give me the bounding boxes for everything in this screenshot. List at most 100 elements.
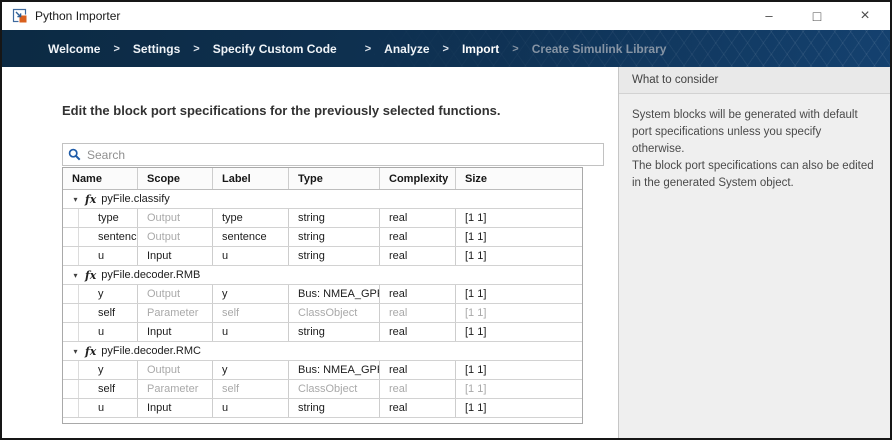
table-cell[interactable]: [1 1] xyxy=(456,399,582,417)
function-icon: fx xyxy=(85,345,96,358)
table-cell[interactable]: u xyxy=(63,399,138,417)
table-cell[interactable]: Input xyxy=(138,399,213,417)
table-cell[interactable]: y xyxy=(63,361,138,379)
table-cell[interactable]: [1 1] xyxy=(456,209,582,227)
table-cell[interactable]: Output xyxy=(138,361,213,379)
table-cell[interactable]: real xyxy=(380,361,456,379)
table-cell[interactable]: u xyxy=(63,247,138,265)
breadcrumb-separator: > xyxy=(443,43,449,55)
collapse-icon[interactable]: ▾ xyxy=(69,347,82,356)
tree-indent xyxy=(63,399,79,417)
port-name: y xyxy=(79,288,104,300)
breadcrumb-step-specify-custom-code[interactable]: Specify Custom Code xyxy=(213,42,337,56)
table-cell[interactable]: self xyxy=(63,304,138,322)
table-cell[interactable]: type xyxy=(63,209,138,227)
table-cell[interactable]: u xyxy=(213,323,289,341)
table-cell[interactable]: Output xyxy=(138,285,213,303)
table-body: ▾fxpyFile.classifytypeOutputtypestringre… xyxy=(63,190,582,418)
table-cell[interactable]: Output xyxy=(138,228,213,246)
table-cell[interactable]: real xyxy=(380,228,456,246)
table-cell[interactable]: real xyxy=(380,304,456,322)
table-row[interactable]: selfParameterselfClassObjectreal[1 1] xyxy=(63,380,582,399)
table-cell[interactable]: y xyxy=(213,285,289,303)
table-cell[interactable]: ClassObject xyxy=(289,380,380,398)
table-cell[interactable]: Parameter xyxy=(138,380,213,398)
table-cell[interactable]: type xyxy=(213,209,289,227)
table-cell[interactable]: string xyxy=(289,323,380,341)
port-name: u xyxy=(79,250,104,262)
sidebar-body: System blocks will be generated with def… xyxy=(619,94,890,192)
group-label: pyFile.decoder.RMC xyxy=(101,345,201,357)
table-cell[interactable]: y xyxy=(213,361,289,379)
table-cell[interactable]: u xyxy=(213,399,289,417)
table-cell[interactable]: [1 1] xyxy=(456,304,582,322)
collapse-icon[interactable]: ▾ xyxy=(69,271,82,280)
table-cell[interactable]: sentence xyxy=(63,228,138,246)
table-cell[interactable]: self xyxy=(213,380,289,398)
close-button[interactable]: × xyxy=(850,3,880,29)
maximize-button[interactable]: □ xyxy=(802,3,832,29)
table-cell[interactable]: [1 1] xyxy=(456,380,582,398)
table-row[interactable]: yOutputyBus: NMEA_GPRMCreal[1 1] xyxy=(63,361,582,380)
spec-table: NameScopeLabelTypeComplexitySize ▾fxpyFi… xyxy=(62,167,583,424)
table-cell[interactable]: Input xyxy=(138,323,213,341)
table-cell[interactable]: string xyxy=(289,247,380,265)
table-row[interactable]: sentenceOutputsentencestringreal[1 1] xyxy=(63,228,582,247)
content-area: Edit the block port specifications for t… xyxy=(2,67,890,438)
column-header-size: Size xyxy=(456,168,582,189)
table-cell[interactable]: Parameter xyxy=(138,304,213,322)
table-row[interactable]: uInputustringreal[1 1] xyxy=(63,247,582,266)
table-row[interactable]: selfParameterselfClassObjectreal[1 1] xyxy=(63,304,582,323)
table-cell[interactable]: Output xyxy=(138,209,213,227)
table-row[interactable]: typeOutputtypestringreal[1 1] xyxy=(63,209,582,228)
window-controls: – □ × xyxy=(736,3,880,29)
table-cell[interactable]: Input xyxy=(138,247,213,265)
table-cell[interactable]: sentence xyxy=(213,228,289,246)
table-cell[interactable]: real xyxy=(380,285,456,303)
table-cell[interactable]: [1 1] xyxy=(456,285,582,303)
group-row[interactable]: ▾fxpyFile.classify xyxy=(63,190,582,209)
breadcrumb-step-analyze[interactable]: Analyze xyxy=(384,42,429,56)
breadcrumb-step-settings[interactable]: Settings xyxy=(133,42,180,56)
tree-indent xyxy=(63,247,79,265)
tree-indent xyxy=(63,304,79,322)
table-cell[interactable]: real xyxy=(380,323,456,341)
table-cell[interactable]: string xyxy=(289,209,380,227)
table-cell[interactable]: Bus: NMEA_GPRMC xyxy=(289,361,380,379)
search-box[interactable] xyxy=(62,143,604,166)
group-row[interactable]: ▾fxpyFile.decoder.RMB xyxy=(63,266,582,285)
table-cell[interactable]: [1 1] xyxy=(456,323,582,341)
table-cell[interactable]: real xyxy=(380,399,456,417)
table-cell[interactable]: ClassObject xyxy=(289,304,380,322)
breadcrumb-step-welcome[interactable]: Welcome xyxy=(48,42,100,56)
table-cell[interactable]: [1 1] xyxy=(456,228,582,246)
table-cell[interactable]: [1 1] xyxy=(456,247,582,265)
table-cell[interactable]: real xyxy=(380,380,456,398)
collapse-icon[interactable]: ▾ xyxy=(69,195,82,204)
breadcrumb-separator: > xyxy=(113,43,119,55)
sidebar: What to consider System blocks will be g… xyxy=(618,67,890,438)
table-cell[interactable]: self xyxy=(63,380,138,398)
table-cell[interactable]: [1 1] xyxy=(456,361,582,379)
minimize-button[interactable]: – xyxy=(754,3,784,29)
table-cell[interactable]: self xyxy=(213,304,289,322)
breadcrumb-step-create-simulink-library: Create Simulink Library xyxy=(532,42,667,56)
table-row[interactable]: uInputustringreal[1 1] xyxy=(63,323,582,342)
search-input[interactable] xyxy=(87,145,598,164)
table-row[interactable]: uInputustringreal[1 1] xyxy=(63,399,582,418)
port-name: type xyxy=(79,212,119,224)
table-cell[interactable]: u xyxy=(213,247,289,265)
table-cell[interactable]: real xyxy=(380,209,456,227)
table-cell[interactable]: real xyxy=(380,247,456,265)
breadcrumb-step-import[interactable]: Import xyxy=(462,42,499,56)
table-cell[interactable]: string xyxy=(289,228,380,246)
table-cell[interactable]: y xyxy=(63,285,138,303)
tree-indent xyxy=(63,361,79,379)
group-row[interactable]: ▾fx pyFile.decoder.RMC xyxy=(63,342,582,361)
table-cell[interactable]: Bus: NMEA_GPRMB xyxy=(289,285,380,303)
port-name: self xyxy=(79,383,115,395)
table-row[interactable]: yOutputyBus: NMEA_GPRMBreal[1 1] xyxy=(63,285,582,304)
table-cell[interactable]: u xyxy=(63,323,138,341)
tree-indent xyxy=(63,209,79,227)
table-cell[interactable]: string xyxy=(289,399,380,417)
